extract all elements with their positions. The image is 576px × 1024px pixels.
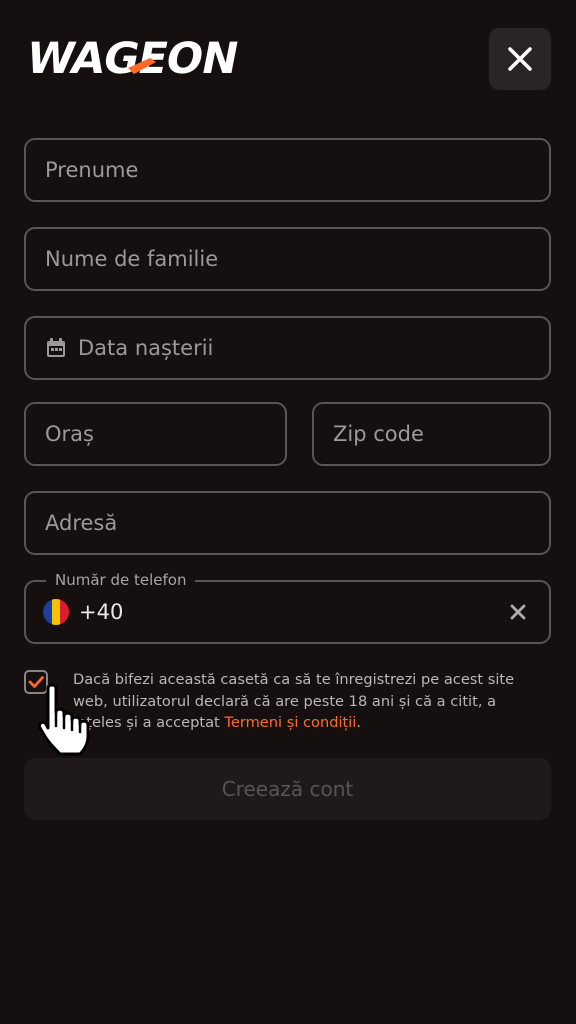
clear-phone-button[interactable] [507, 601, 529, 623]
clear-icon [510, 604, 526, 620]
terms-consent-text: Dacă bifezi această casetă ca să te înre… [73, 669, 533, 734]
close-icon [508, 47, 532, 71]
address-placeholder: Adresă [45, 511, 118, 535]
first-name-field[interactable]: Prenume [24, 138, 551, 202]
last-name-placeholder: Nume de familie [45, 247, 219, 271]
create-account-button[interactable]: Creează cont [24, 758, 551, 820]
consent-suffix: . [356, 714, 362, 731]
flag-stripe-red [60, 599, 69, 625]
phone-label: Număr de telefon [46, 571, 196, 589]
logo-mark: WAGEON [22, 34, 242, 84]
logo-text: WAGEON [24, 34, 242, 80]
address-field[interactable]: Adresă [24, 491, 551, 555]
calendar-icon [45, 337, 67, 359]
last-name-field[interactable]: Nume de familie [24, 227, 551, 291]
terms-checkbox[interactable] [24, 670, 48, 694]
first-name-placeholder: Prenume [45, 158, 139, 182]
checkmark-icon [28, 676, 44, 688]
phone-country-code: +40 [79, 600, 124, 624]
phone-field[interactable]: +40 [24, 580, 551, 644]
birth-date-field[interactable]: Data nașterii [24, 316, 551, 380]
city-field[interactable]: Oraș [24, 402, 287, 466]
create-account-label: Creează cont [221, 777, 354, 801]
wageon-logo: WAGEON [22, 34, 288, 84]
birth-date-placeholder: Data nașterii [78, 336, 214, 360]
flag-stripe-yellow [51, 599, 61, 625]
terms-link[interactable]: Termeni și condiții [224, 714, 356, 731]
city-placeholder: Oraș [45, 422, 94, 446]
flag-stripe-blue [43, 599, 52, 625]
zip-code-field[interactable]: Zip code [312, 402, 551, 466]
close-button[interactable] [489, 28, 551, 90]
romania-flag-icon[interactable] [43, 599, 69, 625]
zip-code-placeholder: Zip code [333, 422, 424, 446]
